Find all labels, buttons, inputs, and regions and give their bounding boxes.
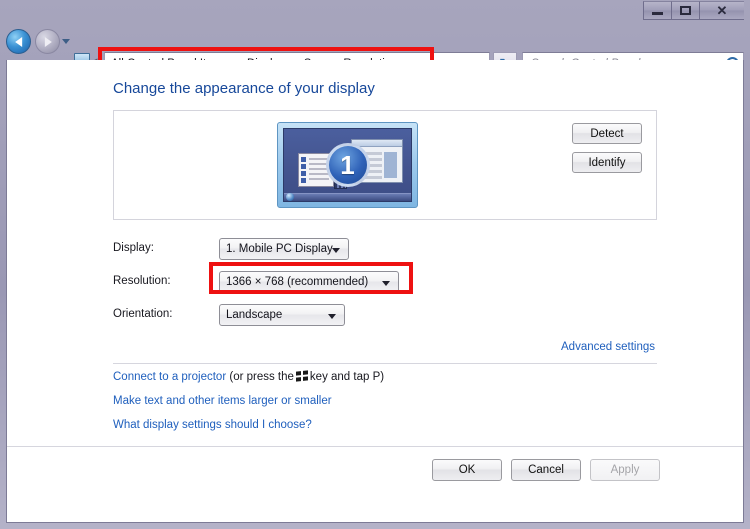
minimize-button[interactable] — [643, 1, 672, 20]
resolution-select[interactable]: 1366 × 768 (recommended) — [219, 271, 399, 293]
close-icon: ✕ — [716, 3, 728, 18]
maximize-button[interactable] — [671, 1, 700, 20]
apply-button: Apply — [590, 459, 660, 481]
screen-resolution-window: ✕ ◂ All Control Panel Items Display Scre… — [0, 0, 750, 529]
orientation-select[interactable]: Landscape — [219, 304, 345, 326]
connect-projector-row: Connect to a projector (or press the key … — [113, 370, 385, 383]
advanced-settings-link[interactable]: Advanced settings — [561, 341, 655, 353]
desktop-taskbar-icon — [284, 193, 411, 201]
desktop-window-pane-icon — [384, 152, 397, 178]
footer-divider — [7, 446, 743, 447]
back-arrow-icon — [14, 36, 22, 47]
maximize-icon — [680, 6, 691, 15]
close-button[interactable]: ✕ — [699, 1, 744, 20]
chevron-down-icon — [328, 314, 336, 319]
what-settings-link[interactable]: What display settings should I choose? — [113, 419, 312, 431]
display-label: Display: — [113, 242, 154, 254]
windows-key-icon — [295, 370, 308, 382]
forward-button[interactable] — [35, 29, 60, 54]
monitor-preview[interactable]: 1 — [277, 122, 418, 208]
window-controls: ✕ — [643, 1, 744, 20]
projector-hint-prefix: (or press the — [229, 371, 294, 383]
monitor-screen: 1 — [283, 128, 412, 202]
monitor-number-badge: 1 — [325, 143, 370, 187]
connect-projector-link[interactable]: Connect to a projector — [113, 371, 226, 383]
display-preview-panel: 1 Detect Identify — [113, 110, 657, 220]
navigation-bar: ◂ All Control Panel Items Display Screen… — [0, 22, 750, 80]
projector-hint-suffix: key and tap P) — [309, 371, 385, 383]
back-button[interactable] — [6, 29, 31, 54]
chevron-down-icon — [332, 248, 340, 253]
resolution-select-value: 1366 × 768 (recommended) — [226, 276, 369, 288]
page-title: Change the appearance of your display — [113, 80, 375, 97]
display-select[interactable]: 1. Mobile PC Display — [219, 238, 349, 260]
make-text-larger-link[interactable]: Make text and other items larger or smal… — [113, 395, 332, 407]
resolution-label: Resolution: — [113, 275, 171, 287]
display-select-value: 1. Mobile PC Display — [226, 243, 333, 255]
content-area: Change the appearance of your display 1 — [6, 60, 744, 523]
detect-button[interactable]: Detect — [572, 123, 642, 144]
section-divider — [113, 363, 657, 364]
ok-button[interactable]: OK — [432, 459, 502, 481]
orientation-label: Orientation: — [113, 308, 173, 320]
forward-arrow-icon — [44, 36, 52, 47]
identify-button[interactable]: Identify — [572, 152, 642, 173]
orientation-select-value: Landscape — [226, 309, 283, 321]
title-bar: ✕ — [0, 0, 750, 22]
start-orb-icon — [286, 193, 294, 201]
recent-pages-chevron-down-icon[interactable] — [62, 39, 70, 44]
chevron-down-icon — [382, 281, 390, 286]
cancel-button[interactable]: Cancel — [511, 459, 581, 481]
minimize-icon — [652, 12, 663, 15]
